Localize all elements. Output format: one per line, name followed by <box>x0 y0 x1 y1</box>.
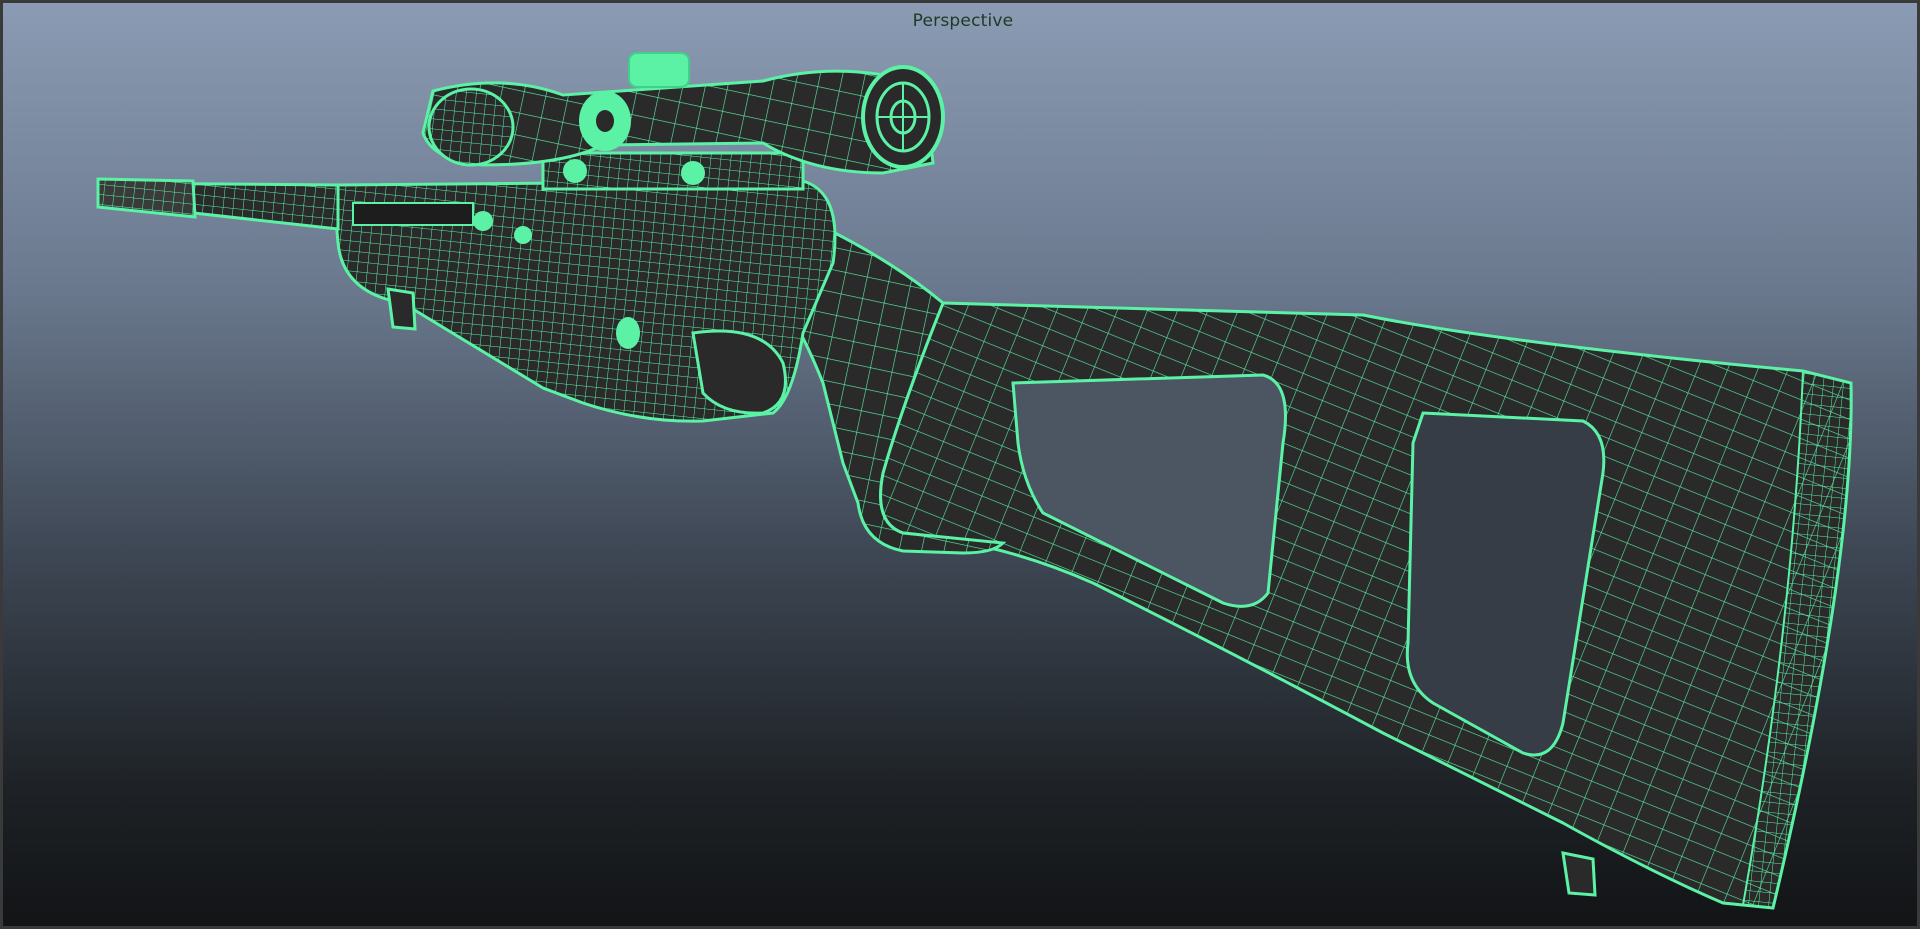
rear-monopod-mesh[interactable] <box>1561 851 1597 897</box>
scope-mount-mesh[interactable] <box>541 151 805 191</box>
perspective-viewport[interactable]: Perspective <box>0 0 1920 929</box>
rifle-wireframe-model[interactable] <box>3 3 1920 929</box>
stock-mesh[interactable] <box>879 301 1853 910</box>
